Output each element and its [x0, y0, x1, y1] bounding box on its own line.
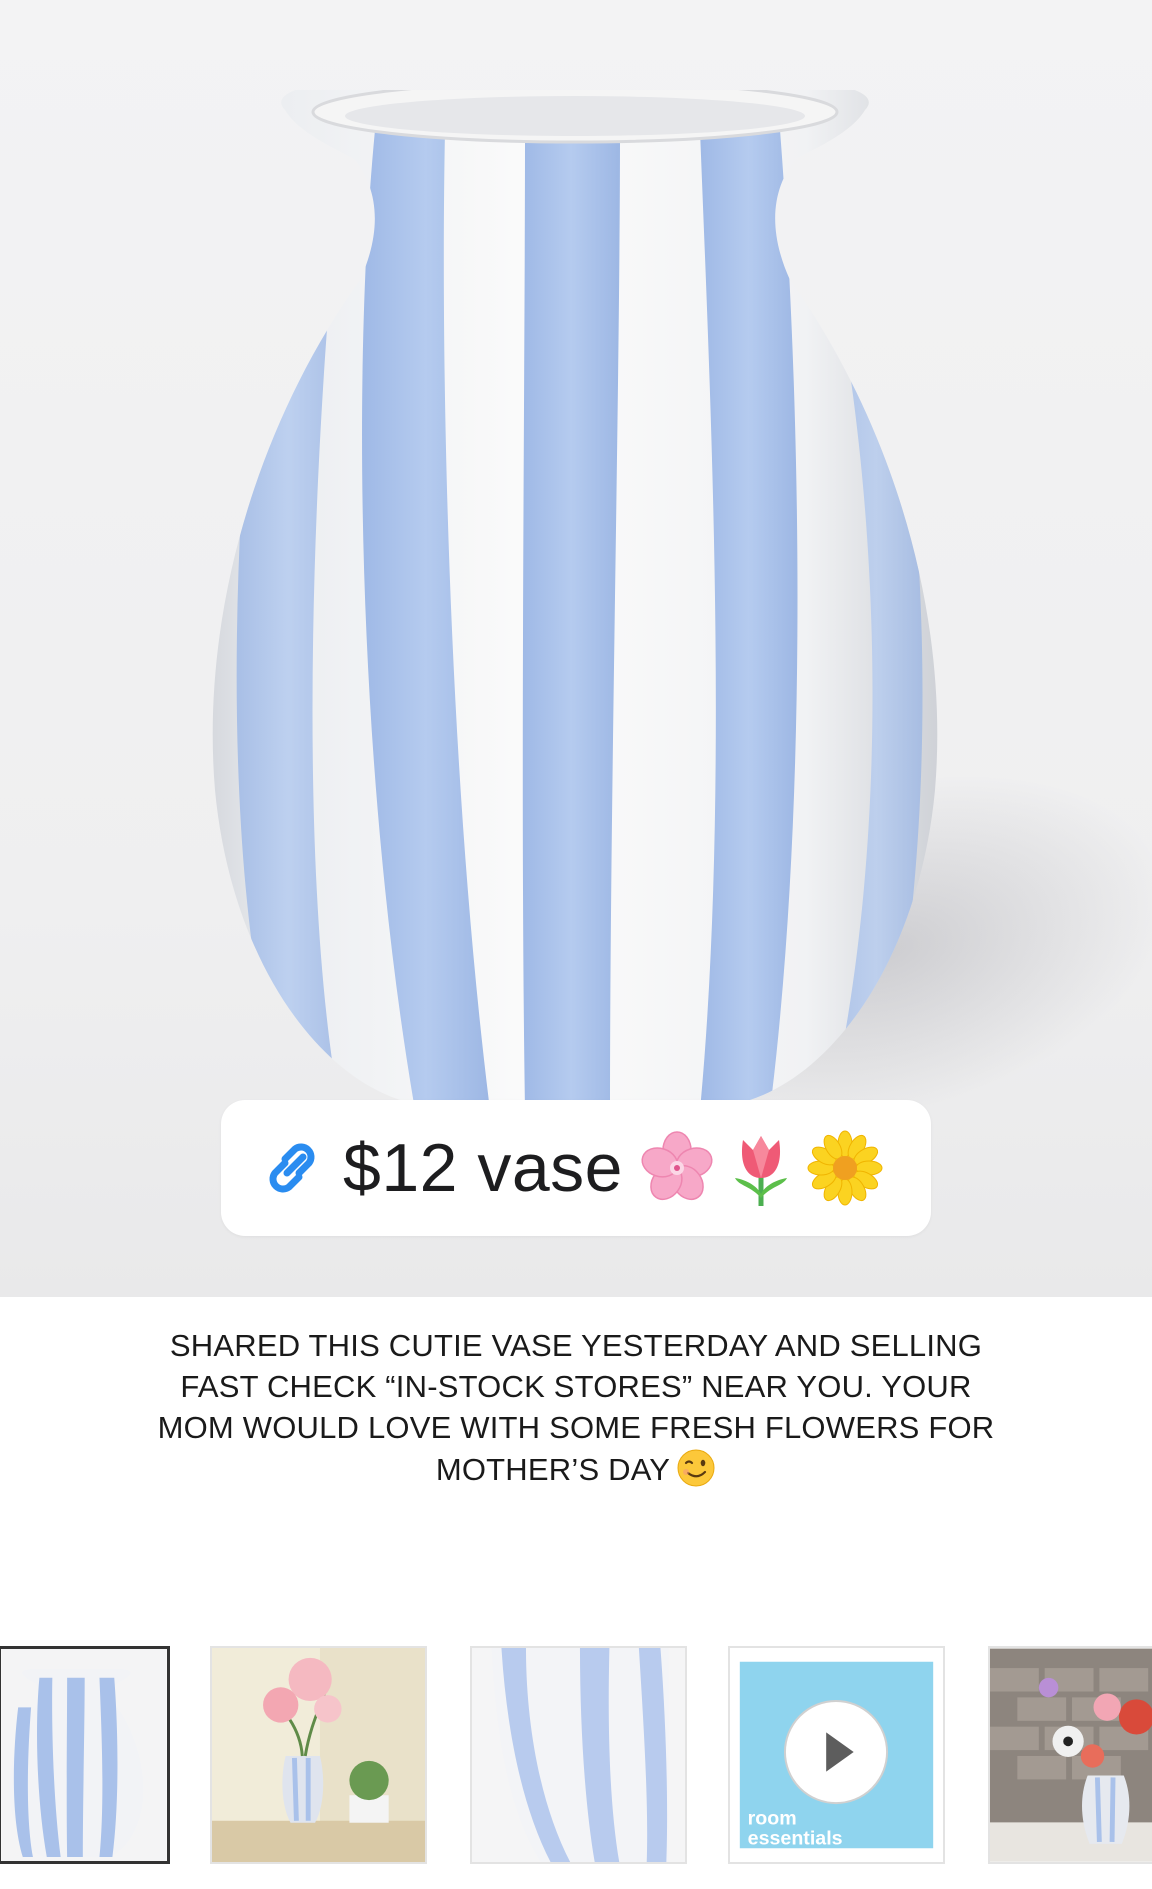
video-thumbnail-image: room essentials	[730, 1648, 943, 1862]
thumbnail-vase[interactable]	[0, 1646, 170, 1864]
link-sticker-label: $12 vase	[343, 1130, 623, 1206]
thumbnail-vase-bouquet[interactable]	[988, 1646, 1152, 1864]
thumbnail-strip: room essentials	[0, 1646, 1152, 1866]
cherry-blossom-emoji	[641, 1131, 713, 1201]
striped-vase-image	[212, 90, 938, 1100]
thumbnail-video[interactable]: room essentials	[728, 1646, 945, 1864]
thumbnail-vase-closeup[interactable]	[470, 1646, 687, 1864]
winking-face-emoji	[677, 1449, 715, 1487]
link-icon	[269, 1143, 315, 1193]
product-caption: SHARED THIS CUTIE VASE YESTERDAY AND SEL…	[150, 1325, 1002, 1490]
tulip-emoji	[734, 1136, 787, 1206]
thumbnail-vase-with-flowers[interactable]	[210, 1646, 427, 1864]
product-story-page: $12 vase SHARED THIS CUTIE VASE YESTERDA…	[0, 0, 1152, 1889]
product-link-sticker[interactable]: $12 vase	[221, 1100, 931, 1236]
caption-text: SHARED THIS CUTIE VASE YESTERDAY AND SEL…	[157, 1328, 995, 1487]
blossom-emoji	[807, 1130, 883, 1206]
vase-bouquet-thumbnail-image	[990, 1648, 1152, 1862]
svg-text:essentials: essentials	[748, 1827, 843, 1849]
emoji-row	[637, 1128, 885, 1208]
vase-closeup-thumbnail-image	[472, 1648, 685, 1862]
vase-thumbnail-image	[1, 1649, 167, 1861]
vase-flowers-thumbnail-image	[212, 1648, 425, 1862]
